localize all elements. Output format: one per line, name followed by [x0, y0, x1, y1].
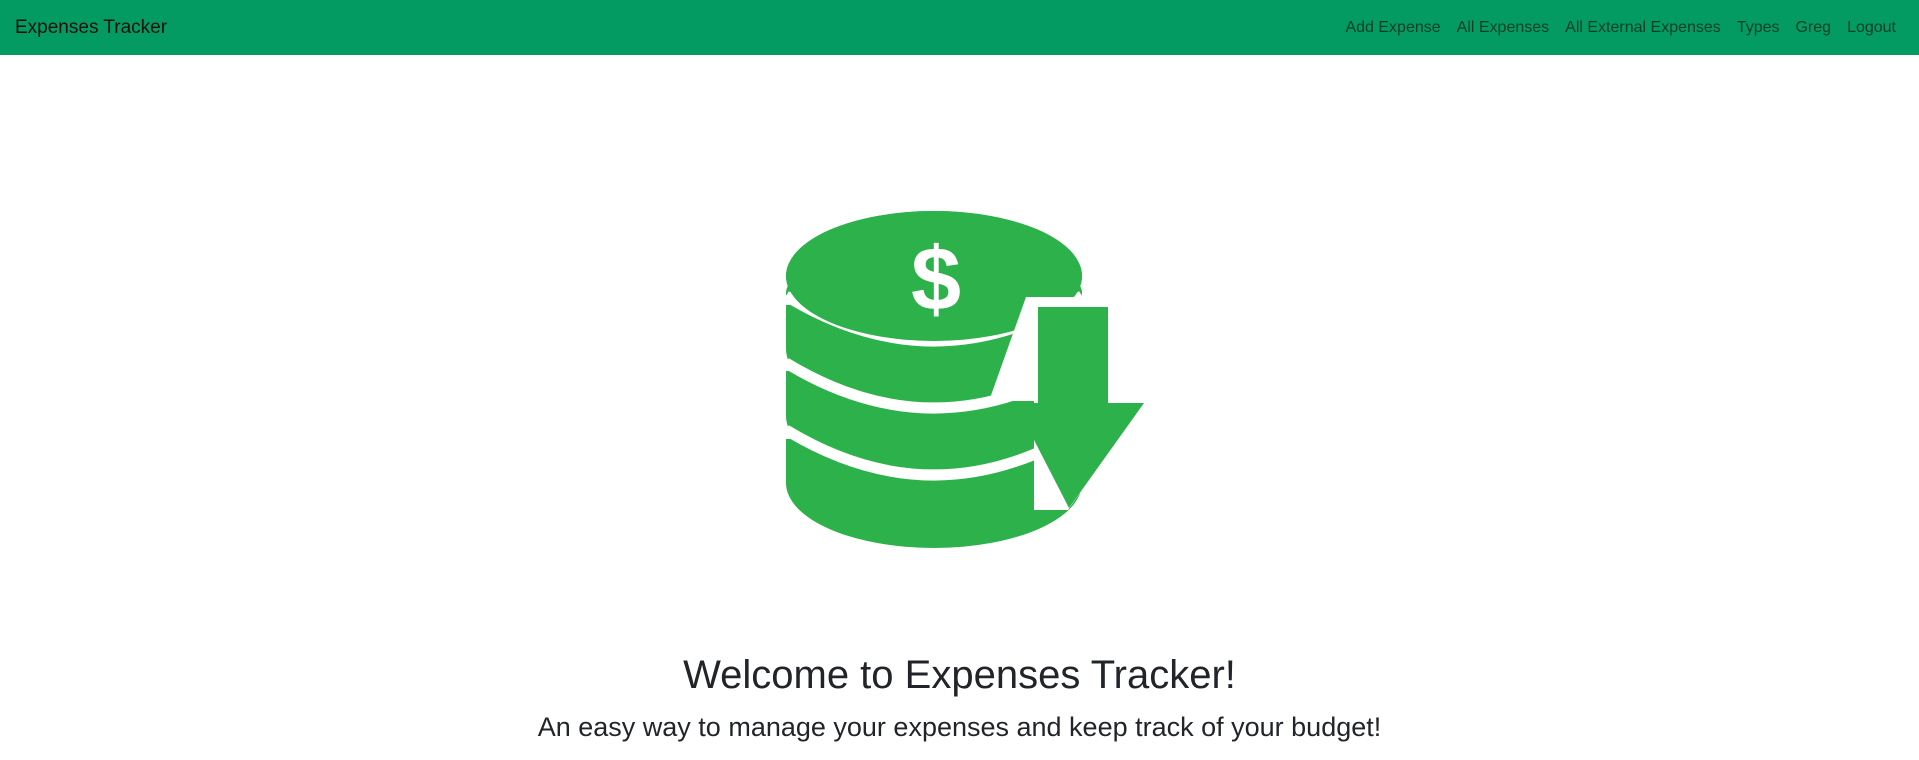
nav-all-expenses[interactable]: All Expenses: [1449, 19, 1558, 37]
page-subtitle: An easy way to manage your expenses and …: [537, 712, 1382, 742]
navbar: Expenses Tracker Add Expense All Expense…: [0, 0, 1919, 55]
hero-section: $ Welcome to Expenses Tracker! An easy w…: [0, 55, 1919, 760]
nav-add-expense[interactable]: Add Expense: [1337, 19, 1448, 37]
brand-link[interactable]: Expenses Tracker: [15, 17, 167, 39]
page-title: Welcome to Expenses Tracker!: [683, 653, 1236, 697]
dollar-sign-icon: $: [911, 230, 961, 330]
nav-all-external-expenses[interactable]: All External Expenses: [1557, 19, 1729, 37]
nav-links: Add Expense All Expenses All External Ex…: [1337, 19, 1896, 37]
nav-logout[interactable]: Logout: [1839, 19, 1896, 37]
coins-download-icon: $: [786, 211, 1148, 548]
nav-types[interactable]: Types: [1729, 19, 1788, 37]
nav-user-greg[interactable]: Greg: [1787, 19, 1839, 37]
